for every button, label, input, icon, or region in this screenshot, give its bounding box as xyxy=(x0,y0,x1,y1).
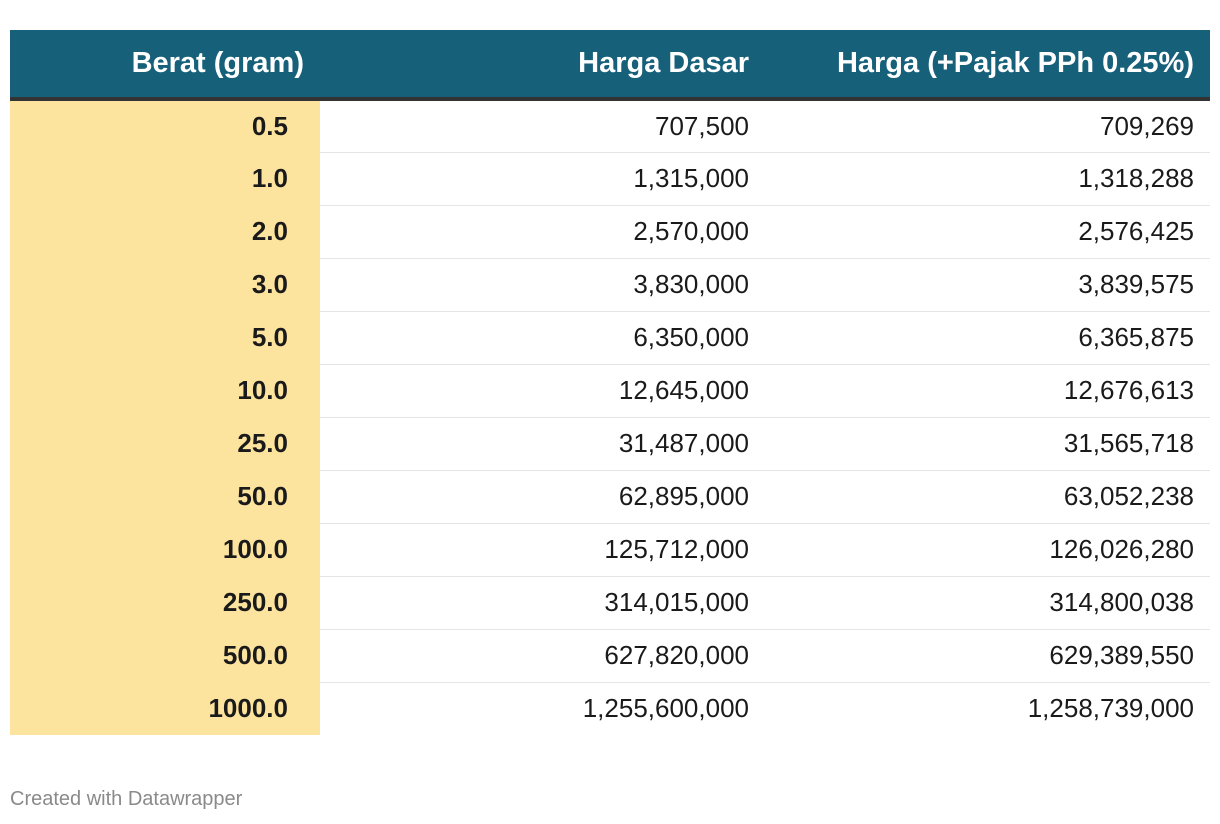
price-with-tax-cell: 3,839,575 xyxy=(765,258,1210,312)
price-with-tax-cell: 126,026,280 xyxy=(765,523,1210,577)
base-price-cell: 12,645,000 xyxy=(320,364,765,418)
table-row: 2.0 2,570,000 2,576,425 xyxy=(10,205,1210,259)
column-header-price-with-tax[interactable]: Harga (+Pajak PPh 0.25%) xyxy=(765,30,1210,101)
table-row: 5.0 6,350,000 6,365,875 xyxy=(10,311,1210,365)
price-table: Berat (gram) Harga Dasar Harga (+Pajak P… xyxy=(10,30,1210,735)
table-row: 10.0 12,645,000 12,676,613 xyxy=(10,364,1210,418)
weight-cell: 50.0 xyxy=(10,470,320,524)
datawrapper-credit: Created with Datawrapper xyxy=(10,788,243,810)
column-header-weight[interactable]: Berat (gram) xyxy=(10,30,320,101)
base-price-cell: 6,350,000 xyxy=(320,311,765,365)
weight-cell: 500.0 xyxy=(10,629,320,683)
price-with-tax-cell: 629,389,550 xyxy=(765,629,1210,683)
table-row: 3.0 3,830,000 3,839,575 xyxy=(10,258,1210,312)
base-price-cell: 3,830,000 xyxy=(320,258,765,312)
weight-cell: 5.0 xyxy=(10,311,320,365)
table-row: 0.5 707,500 709,269 xyxy=(10,99,1210,153)
weight-cell: 10.0 xyxy=(10,364,320,418)
base-price-cell: 31,487,000 xyxy=(320,417,765,471)
table-row: 500.0 627,820,000 629,389,550 xyxy=(10,629,1210,683)
table-row: 25.0 31,487,000 31,565,718 xyxy=(10,417,1210,471)
price-with-tax-cell: 6,365,875 xyxy=(765,311,1210,365)
table-row: 1.0 1,315,000 1,318,288 xyxy=(10,152,1210,206)
weight-cell: 2.0 xyxy=(10,205,320,259)
base-price-cell: 1,255,600,000 xyxy=(582,693,749,724)
price-with-tax-cell: 709,269 xyxy=(765,99,1210,153)
base-price-cell: 2,570,000 xyxy=(320,205,765,259)
price-with-tax-cell: 1,318,288 xyxy=(765,152,1210,206)
weight-cell: 250.0 xyxy=(10,576,320,630)
base-price-cell: 62,895,000 xyxy=(320,470,765,524)
table-row: 250.0 314,015,000 314,800,038 xyxy=(10,576,1210,630)
weight-cell: 100.0 xyxy=(10,523,320,577)
price-with-tax-cell: 1,258,739,000 xyxy=(1027,693,1194,724)
weight-cell: 25.0 xyxy=(10,417,320,471)
table-row: 100.0 125,712,000 126,026,280 xyxy=(10,523,1210,577)
weight-cell: 3.0 xyxy=(10,258,320,312)
table-body: 0.5 707,500 709,269 1.0 1,315,000 1,318,288 2.… xyxy=(10,99,1210,735)
base-price-cell: 1,315,000 xyxy=(320,152,765,206)
table-header-row: Berat (gram) Harga Dasar Harga (+Pajak P… xyxy=(10,30,1210,101)
price-with-tax-cell: 314,800,038 xyxy=(765,576,1210,630)
base-price-cell: 314,015,000 xyxy=(320,576,765,630)
table-row: 1000.0 1,255,600,000 1,258,739,000 xyxy=(10,682,1210,735)
base-price-cell: 125,712,000 xyxy=(320,523,765,577)
price-with-tax-cell: 63,052,238 xyxy=(765,470,1210,524)
base-price-cell: 627,820,000 xyxy=(320,629,765,683)
table-row: 50.0 62,895,000 63,052,238 xyxy=(10,470,1210,524)
price-with-tax-cell: 31,565,718 xyxy=(765,417,1210,471)
price-table-container: Berat (gram) Harga Dasar Harga (+Pajak P… xyxy=(10,30,1210,735)
column-header-base-price[interactable]: Harga Dasar xyxy=(320,30,765,101)
base-price-cell: 707,500 xyxy=(320,99,765,153)
weight-cell: 0.5 xyxy=(10,99,320,153)
price-with-tax-cell: 2,576,425 xyxy=(765,205,1210,259)
weight-cell: 1000.0 xyxy=(10,682,320,735)
weight-cell: 1.0 xyxy=(10,152,320,206)
price-with-tax-cell: 12,676,613 xyxy=(765,364,1210,418)
